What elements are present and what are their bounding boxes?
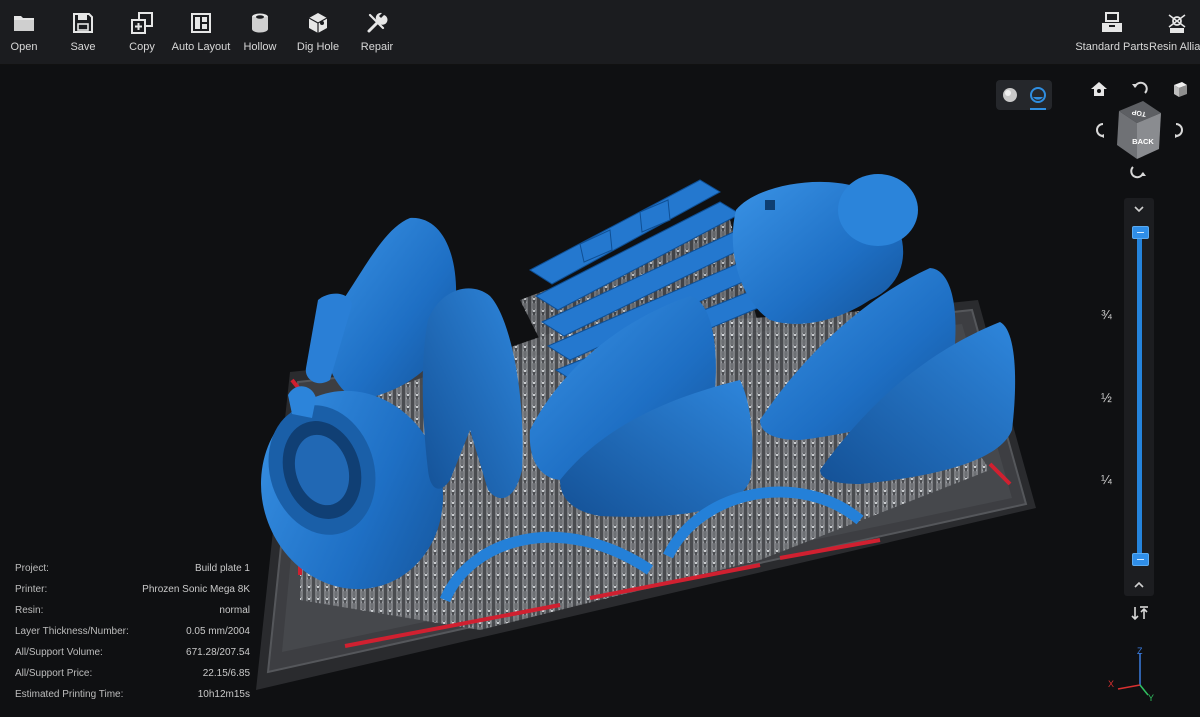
overhang-sphere-icon — [1030, 87, 1046, 103]
repair-button[interactable]: Repair — [353, 0, 401, 64]
open-label: Open — [10, 41, 38, 53]
info-value: 0.05 mm/2004 — [186, 626, 250, 637]
slider-expand-button[interactable] — [1132, 578, 1146, 592]
info-label: Estimated Printing Time: — [15, 689, 124, 700]
info-label: Resin: — [15, 605, 44, 616]
copy-plus-icon — [131, 12, 153, 34]
info-row-project: Project: Build plate 1 — [15, 563, 250, 584]
solid-shading-button[interactable] — [999, 84, 1021, 106]
home-view-button[interactable] — [1089, 79, 1109, 99]
info-value: Phrozen Sonic Mega 8K — [142, 584, 250, 595]
dig-hole-button[interactable]: Dig Hole — [294, 0, 342, 64]
resin-alliance-logo-icon — [1168, 14, 1186, 33]
rotate-left-button[interactable] — [1089, 120, 1109, 140]
rotate-up-button[interactable] — [1129, 79, 1149, 99]
slider-mark-three-quarter: ¾ — [1101, 307, 1112, 322]
slider-upper-handle[interactable] — [1132, 226, 1149, 239]
layout-grid-icon — [191, 13, 211, 33]
resin-alliance-button[interactable]: Resin Allianc — [1147, 0, 1200, 64]
overhang-shading-button[interactable] — [1027, 84, 1049, 110]
info-label: Project: — [15, 563, 49, 574]
rotate-right-icon — [1175, 123, 1183, 138]
chevron-up-icon — [1134, 581, 1144, 588]
chevron-down-icon — [1134, 206, 1144, 213]
axis-gizmo: Z X Y — [1108, 646, 1154, 703]
standard-parts-button[interactable]: Standard Parts — [1075, 0, 1149, 64]
info-label: All/Support Price: — [15, 668, 93, 679]
view-cube[interactable]: TOP BACK — [1113, 97, 1165, 161]
info-label: Layer Thickness/Number: — [15, 626, 129, 637]
layer-height-button[interactable] — [1130, 603, 1150, 623]
info-label: All/Support Volume: — [15, 647, 103, 658]
info-row-resin: Resin: normal — [15, 605, 250, 626]
perspective-toggle-button[interactable] — [1170, 79, 1190, 99]
dig-hole-label: Dig Hole — [296, 41, 340, 53]
slider-collapse-button[interactable] — [1132, 202, 1146, 216]
hollow-cylinder-icon — [252, 13, 268, 33]
info-value: 10h12m15s — [197, 689, 250, 700]
rotate-ccw-icon — [1132, 81, 1148, 94]
rotate-down-button[interactable] — [1129, 161, 1149, 181]
slider-mark-half: ½ — [1101, 390, 1112, 405]
info-row-time: Estimated Printing Time: 10h12m15s — [15, 689, 250, 710]
cube-hole-icon — [308, 13, 328, 33]
info-row-volume: All/Support Volume: 671.28/207.54 — [15, 647, 250, 668]
auto-layout-button[interactable]: Auto Layout — [170, 0, 232, 64]
copy-label: Copy — [129, 41, 155, 53]
render-mode-toggle — [996, 80, 1052, 110]
info-value: 22.15/6.85 — [202, 668, 250, 679]
folder-icon — [14, 16, 34, 31]
resin-alliance-label: Resin Allianc — [1149, 41, 1200, 53]
info-row-layer: Layer Thickness/Number: 0.05 mm/2004 — [15, 626, 250, 647]
main-toolbar: Open Save Copy Auto Layout Hollow Dig Ho… — [0, 0, 1200, 65]
slider-track[interactable] — [1137, 228, 1142, 562]
repair-label: Repair — [360, 41, 394, 53]
info-label: Printer: — [15, 584, 48, 595]
rotate-cw-icon — [1130, 166, 1146, 179]
axis-x-label: X — [1108, 679, 1114, 689]
hollow-label: Hollow — [243, 41, 277, 53]
info-value: Build plate 1 — [194, 563, 250, 574]
save-label: Save — [70, 41, 96, 53]
rotate-right-button[interactable] — [1170, 120, 1190, 140]
wrench-screwdriver-icon — [367, 12, 388, 33]
info-value: 671.28/207.54 — [186, 647, 250, 658]
info-row-printer: Printer: Phrozen Sonic Mega 8K — [15, 584, 250, 605]
home-icon — [1091, 82, 1107, 96]
info-value: normal — [219, 605, 250, 616]
view-cube-back-label: BACK — [1132, 137, 1154, 146]
axis-z-label: Z — [1137, 646, 1143, 656]
layer-slider — [1124, 198, 1154, 596]
solid-sphere-icon — [1003, 88, 1017, 102]
3d-viewport[interactable]: TOP BACK ¾ ½ ¼ Project: Build plate 1 Pr… — [0, 65, 1200, 717]
standard-parts-label: Standard Parts — [1075, 41, 1149, 53]
copy-button[interactable]: Copy — [118, 0, 166, 64]
rotate-left-icon — [1096, 123, 1104, 138]
layer-arrows-icon — [1131, 606, 1148, 621]
floppy-disk-icon — [73, 13, 93, 33]
slider-lower-handle[interactable] — [1132, 553, 1149, 566]
parts-box-icon — [1102, 12, 1122, 32]
project-info-panel: Project: Build plate 1 Printer: Phrozen … — [15, 563, 250, 710]
axis-y-label: Y — [1148, 693, 1154, 703]
hollow-button[interactable]: Hollow — [236, 0, 284, 64]
cube-icon — [1174, 82, 1187, 97]
info-row-price: All/Support Price: 22.15/6.85 — [15, 668, 250, 689]
slider-mark-quarter: ¼ — [1101, 472, 1112, 487]
auto-layout-label: Auto Layout — [171, 41, 231, 53]
save-button[interactable]: Save — [59, 0, 107, 64]
open-button[interactable]: Open — [0, 0, 48, 64]
